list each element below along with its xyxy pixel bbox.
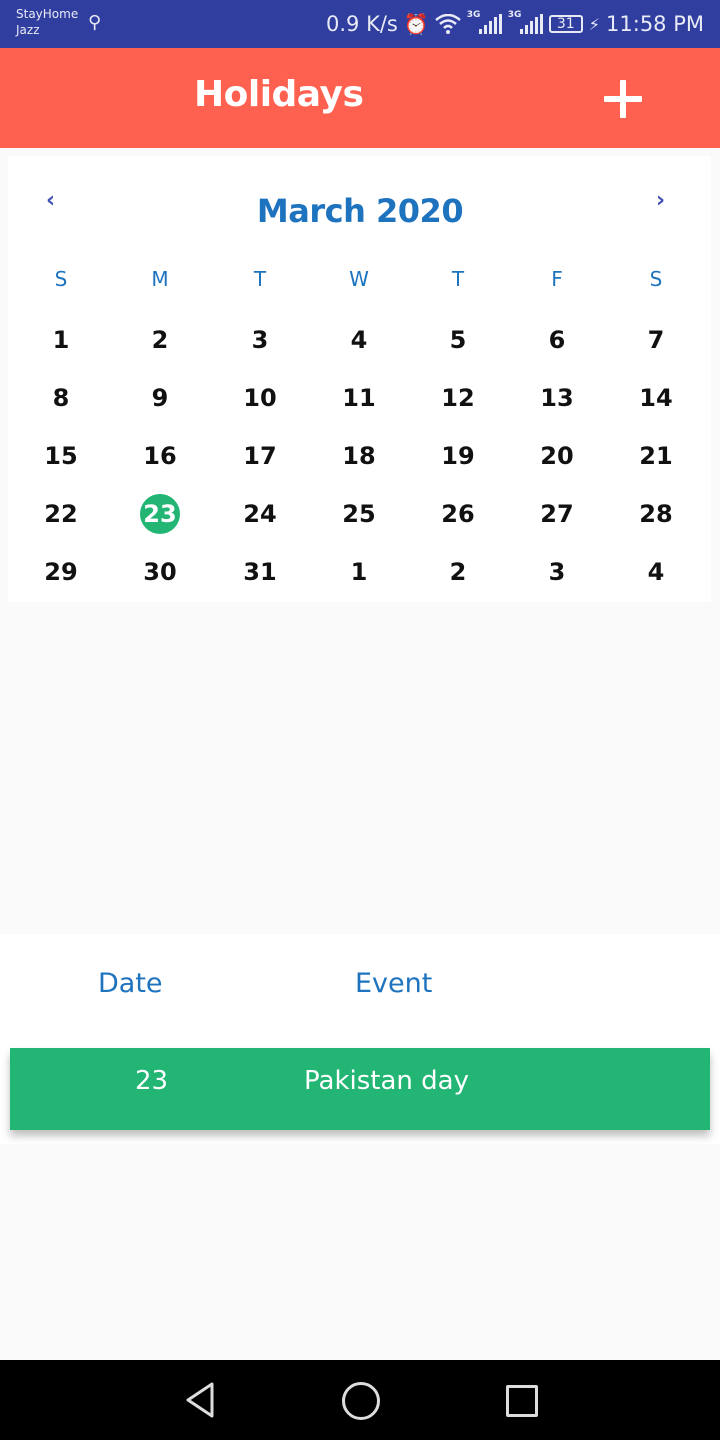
calendar-day-next-month[interactable]: 3 (527, 552, 587, 592)
calendar-day[interactable]: 5 (428, 320, 488, 360)
clock: 11:58 PM (606, 12, 704, 36)
usb-icon: ⚲ (88, 12, 102, 33)
add-holiday-button[interactable] (598, 74, 648, 124)
network-speed: 0.9 K/s (326, 12, 398, 36)
calendar-day[interactable]: 17 (230, 436, 290, 476)
calendar-day[interactable]: 3 (230, 320, 290, 360)
calendar-day-next-month[interactable]: 1 (329, 552, 389, 592)
calendar-day[interactable]: 12 (428, 378, 488, 418)
calendar-day[interactable]: 28 (626, 494, 686, 534)
calendar-day[interactable]: 22 (31, 494, 91, 534)
weekday-mon: M (151, 267, 169, 291)
calendar-day[interactable]: 26 (428, 494, 488, 534)
column-header-date: Date (98, 968, 163, 999)
home-circle-icon[interactable] (342, 1382, 380, 1420)
carrier-line2: Jazz (16, 23, 40, 37)
status-bar: StayHome Jazz ⚲ 0.9 K/s ⏰ 3G 3G 31 ⚡ 11:… (0, 0, 720, 48)
calendar-day[interactable]: 8 (31, 378, 91, 418)
calendar-day[interactable]: 29 (31, 552, 91, 592)
carrier-info: StayHome Jazz (16, 6, 78, 38)
calendar-day[interactable]: 21 (626, 436, 686, 476)
calendar-day[interactable]: 7 (626, 320, 686, 360)
signal-tag-2: 3G (507, 10, 522, 20)
alarm-icon: ⏰ (403, 12, 429, 36)
calendar-day-next-month[interactable]: 4 (626, 552, 686, 592)
status-icons: 0.9 K/s ⏰ 3G 3G 31 ⚡ 11:58 PM (326, 0, 704, 48)
calendar-day[interactable]: 11 (329, 378, 389, 418)
calendar-day[interactable]: 25 (329, 494, 389, 534)
calendar-day[interactable]: 24 (230, 494, 290, 534)
calendar-day[interactable]: 2 (130, 320, 190, 360)
calendar-day[interactable]: 27 (527, 494, 587, 534)
calendar-day[interactable]: 15 (31, 436, 91, 476)
signal-icon-2: 3G (508, 10, 543, 34)
weekday-wed: W (349, 267, 369, 291)
weekday-tue: T (253, 267, 267, 291)
wifi-icon (434, 14, 461, 34)
holiday-event: Pakistan day (304, 1066, 469, 1096)
back-triangle-icon[interactable] (180, 1378, 220, 1422)
calendar-day[interactable]: 10 (230, 378, 290, 418)
weekday-sun: S (54, 267, 68, 291)
calendar-day[interactable]: 14 (626, 378, 686, 418)
holiday-date: 23 (135, 1066, 169, 1096)
system-nav-bar (0, 1360, 720, 1440)
signal-icon-1: 3G (467, 10, 502, 34)
calendar-day[interactable]: 20 (527, 436, 587, 476)
weekday-fri: F (551, 267, 563, 291)
recents-square-icon[interactable] (506, 1385, 538, 1417)
month-title: March 2020 (256, 192, 464, 230)
next-month-button[interactable]: › (656, 188, 665, 213)
page-title: Holidays (194, 74, 364, 115)
calendar-day[interactable]: 13 (527, 378, 587, 418)
calendar-day[interactable]: 9 (130, 378, 190, 418)
battery-icon: 31 (548, 15, 583, 33)
calendar-day-selected[interactable]: 23 (140, 494, 180, 534)
holiday-row[interactable]: 23 Pakistan day (10, 1048, 710, 1130)
calendar-day[interactable]: 16 (130, 436, 190, 476)
calendar-day[interactable]: 18 (329, 436, 389, 476)
calendar-day[interactable]: 19 (428, 436, 488, 476)
charging-icon: ⚡ (588, 14, 601, 34)
carrier-line1: StayHome (16, 7, 79, 21)
weekday-thu: T (451, 267, 465, 291)
weekday-sat: S (649, 267, 663, 291)
calendar-day[interactable]: 31 (230, 552, 290, 592)
calendar-day[interactable]: 1 (31, 320, 91, 360)
signal-tag-1: 3G (466, 10, 481, 20)
calendar-day-next-month[interactable]: 2 (428, 552, 488, 592)
calendar-day[interactable]: 4 (329, 320, 389, 360)
calendar-day[interactable]: 6 (527, 320, 587, 360)
calendar-day[interactable]: 30 (130, 552, 190, 592)
column-header-event: Event (355, 968, 433, 999)
